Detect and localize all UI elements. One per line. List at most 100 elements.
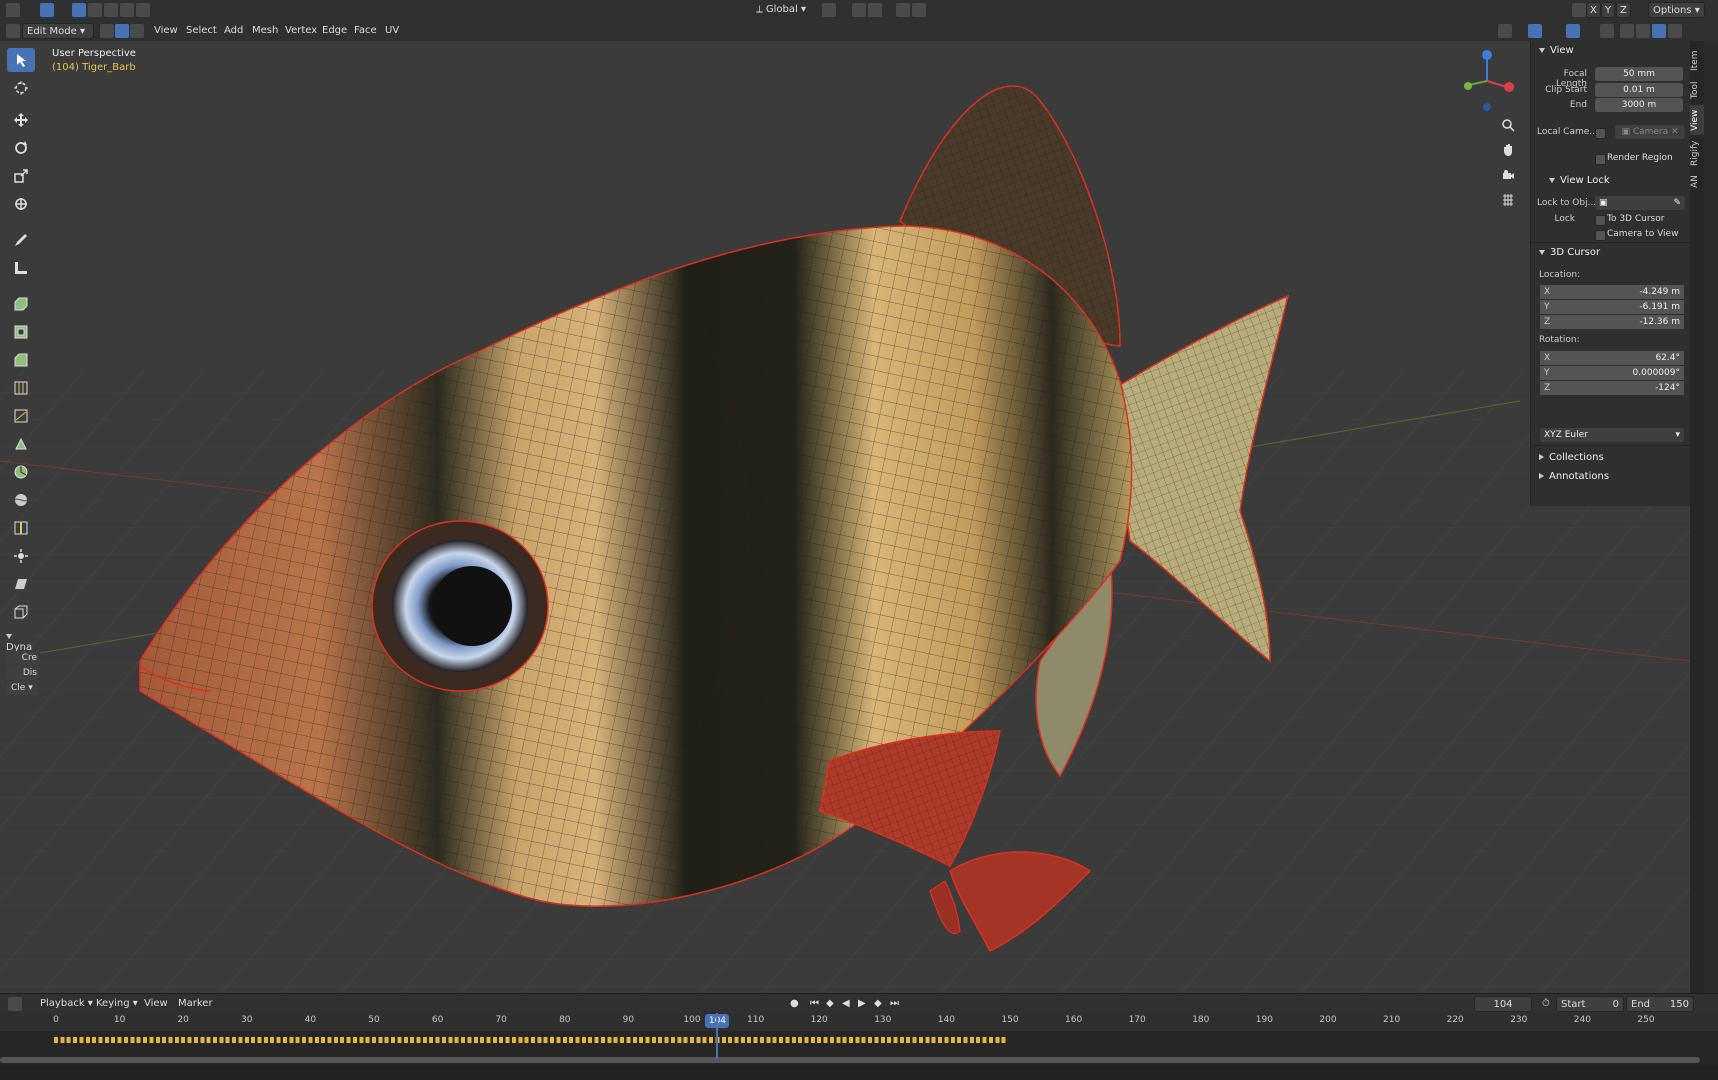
edge-select-icon[interactable] bbox=[115, 24, 129, 38]
tab-rigify[interactable]: Rigify bbox=[1690, 137, 1704, 169]
shrink-fatten-icon[interactable] bbox=[7, 544, 35, 568]
menu-mesh[interactable]: Mesh bbox=[248, 23, 282, 39]
annotate-icon[interactable] bbox=[7, 228, 35, 252]
select-intersect-icon[interactable] bbox=[120, 3, 134, 17]
tab-tool[interactable]: Tool bbox=[1690, 77, 1704, 103]
navigation-gizmo[interactable] bbox=[1455, 47, 1525, 117]
eyedropper-icon[interactable]: ✎ bbox=[1673, 196, 1681, 210]
mirror-x-toggle[interactable]: X bbox=[1586, 2, 1601, 18]
cursor-location-y[interactable]: Y -6.191 m bbox=[1540, 300, 1684, 314]
tab-an[interactable]: AN bbox=[1690, 171, 1704, 193]
menu-playback[interactable]: Playback ▾ bbox=[36, 996, 97, 1012]
prev-keyframe-icon[interactable]: ◆ bbox=[822, 996, 838, 1012]
spin-icon[interactable] bbox=[7, 460, 35, 484]
menu-view[interactable]: View bbox=[150, 23, 182, 39]
mirror-icon[interactable] bbox=[1572, 3, 1586, 17]
transform-orientation-dropdown[interactable]: ⟂ Global ▾ bbox=[752, 2, 810, 18]
playhead-line[interactable] bbox=[716, 1013, 719, 1059]
jump-start-icon[interactable]: ⏮ bbox=[806, 996, 823, 1012]
focal-length-field[interactable]: 50 mm bbox=[1595, 67, 1683, 81]
options-dropdown[interactable]: Options ▾ bbox=[1648, 2, 1705, 18]
face-select-icon[interactable] bbox=[130, 24, 144, 38]
play-icon[interactable]: ▶ bbox=[854, 996, 870, 1012]
loop-cut-icon[interactable] bbox=[7, 376, 35, 400]
bevel-icon[interactable] bbox=[7, 348, 35, 372]
cursor-rotation-y[interactable]: Y 0.000009° bbox=[1540, 366, 1684, 380]
menu-timeline-view[interactable]: View bbox=[140, 996, 172, 1012]
dyna-header[interactable]: Dyna bbox=[6, 631, 42, 653]
play-reverse-icon[interactable]: ◀ bbox=[838, 996, 854, 1012]
visibility-icon[interactable] bbox=[1498, 24, 1512, 38]
lock-to-object-field[interactable]: ▣ ✎ bbox=[1595, 196, 1685, 210]
xray-icon[interactable] bbox=[1600, 24, 1614, 38]
pan-hand-icon[interactable] bbox=[1498, 140, 1518, 160]
dyna-disable-button[interactable]: Dis bbox=[7, 666, 39, 680]
cursor-rotation-z[interactable]: Z -124° bbox=[1540, 381, 1684, 395]
rip-icon[interactable] bbox=[7, 600, 35, 624]
timeline-scrollbar[interactable] bbox=[0, 1057, 1700, 1063]
collections-header[interactable]: Collections bbox=[1539, 452, 1604, 463]
render-region-checkbox[interactable] bbox=[1595, 154, 1606, 165]
mode-dropdown[interactable]: Edit Mode ▾ bbox=[22, 23, 94, 39]
menu-keying[interactable]: Keying ▾ bbox=[92, 996, 142, 1012]
extrude-icon[interactable] bbox=[7, 292, 35, 316]
knife-icon[interactable] bbox=[7, 404, 35, 428]
annotations-header[interactable]: Annotations bbox=[1539, 471, 1609, 482]
cursor-icon[interactable] bbox=[7, 76, 35, 100]
menu-uv[interactable]: UV bbox=[381, 23, 403, 39]
snap-icon[interactable] bbox=[852, 3, 866, 17]
tab-item[interactable]: Item bbox=[1690, 47, 1704, 75]
select-mode-icon[interactable] bbox=[40, 3, 54, 17]
falloff-icon[interactable] bbox=[912, 3, 926, 17]
view-section-header[interactable]: View bbox=[1539, 45, 1574, 56]
menu-add[interactable]: Add bbox=[220, 23, 247, 39]
wireframe-shading-icon[interactable] bbox=[1620, 24, 1634, 38]
smooth-icon[interactable] bbox=[7, 488, 35, 512]
to-3d-cursor-checkbox[interactable] bbox=[1595, 215, 1606, 226]
rotate-icon[interactable] bbox=[7, 136, 35, 160]
pivot-point-icon[interactable] bbox=[822, 3, 836, 17]
overlays-icon[interactable] bbox=[1566, 24, 1580, 38]
menu-face[interactable]: Face bbox=[350, 23, 381, 39]
menu-marker[interactable]: Marker bbox=[174, 996, 217, 1012]
scale-icon[interactable] bbox=[7, 164, 35, 188]
current-frame-field[interactable]: 104 bbox=[1474, 996, 1532, 1012]
record-icon[interactable]: ● bbox=[786, 996, 803, 1012]
cursor-location-z[interactable]: Z -12.36 m bbox=[1540, 315, 1684, 329]
inset-icon[interactable] bbox=[7, 320, 35, 344]
editor-type-3d-icon[interactable] bbox=[6, 24, 20, 38]
rendered-shading-icon[interactable] bbox=[1668, 24, 1682, 38]
local-camera-checkbox[interactable] bbox=[1595, 128, 1606, 139]
camera-to-view-checkbox[interactable] bbox=[1595, 230, 1606, 241]
menu-edge[interactable]: Edge bbox=[318, 23, 351, 39]
measure-icon[interactable] bbox=[7, 256, 35, 280]
cursor-rotation-x[interactable]: X 62.4° bbox=[1540, 351, 1684, 365]
view-lock-header[interactable]: View Lock bbox=[1549, 175, 1610, 186]
select-subtract-icon[interactable] bbox=[104, 3, 118, 17]
camera-field[interactable]: ▣ Camera ✕ bbox=[1615, 125, 1685, 139]
poly-build-icon[interactable] bbox=[7, 432, 35, 456]
timeline-ruler[interactable]: 0 10 20 30 40 50 60 70 80 90 100 110 120 130 140 150 160… bbox=[0, 1013, 1718, 1031]
next-keyframe-icon[interactable]: ◆ bbox=[870, 996, 886, 1012]
editor-type-icon[interactable] bbox=[6, 3, 20, 17]
tab-view[interactable]: View bbox=[1690, 105, 1704, 135]
timeline-editor-icon[interactable] bbox=[8, 997, 22, 1011]
select-box-icon[interactable] bbox=[7, 48, 35, 72]
move-icon[interactable] bbox=[7, 108, 35, 132]
end-frame-field[interactable]: End 150 bbox=[1626, 996, 1694, 1012]
zoom-icon[interactable] bbox=[1498, 115, 1518, 135]
menu-select[interactable]: Select bbox=[182, 23, 221, 39]
mirror-y-toggle[interactable]: Y bbox=[1601, 2, 1616, 18]
vertex-select-icon[interactable] bbox=[100, 24, 114, 38]
clip-start-field[interactable]: 0.01 m bbox=[1595, 83, 1683, 97]
3d-cursor-header[interactable]: 3D Cursor bbox=[1539, 247, 1600, 258]
material-shading-icon[interactable] bbox=[1652, 24, 1666, 38]
gizmo-icon[interactable] bbox=[1528, 24, 1542, 38]
edge-slide-icon[interactable] bbox=[7, 516, 35, 540]
camera-view-icon[interactable] bbox=[1498, 165, 1518, 185]
transform-icon[interactable] bbox=[7, 192, 35, 216]
cursor-location-x[interactable]: X -4.249 m bbox=[1540, 285, 1684, 299]
dyna-clear-dropdown[interactable]: Cle ▾ bbox=[7, 681, 39, 695]
mirror-z-toggle[interactable]: Z bbox=[1616, 2, 1631, 18]
start-frame-field[interactable]: Start 0 bbox=[1556, 996, 1624, 1012]
